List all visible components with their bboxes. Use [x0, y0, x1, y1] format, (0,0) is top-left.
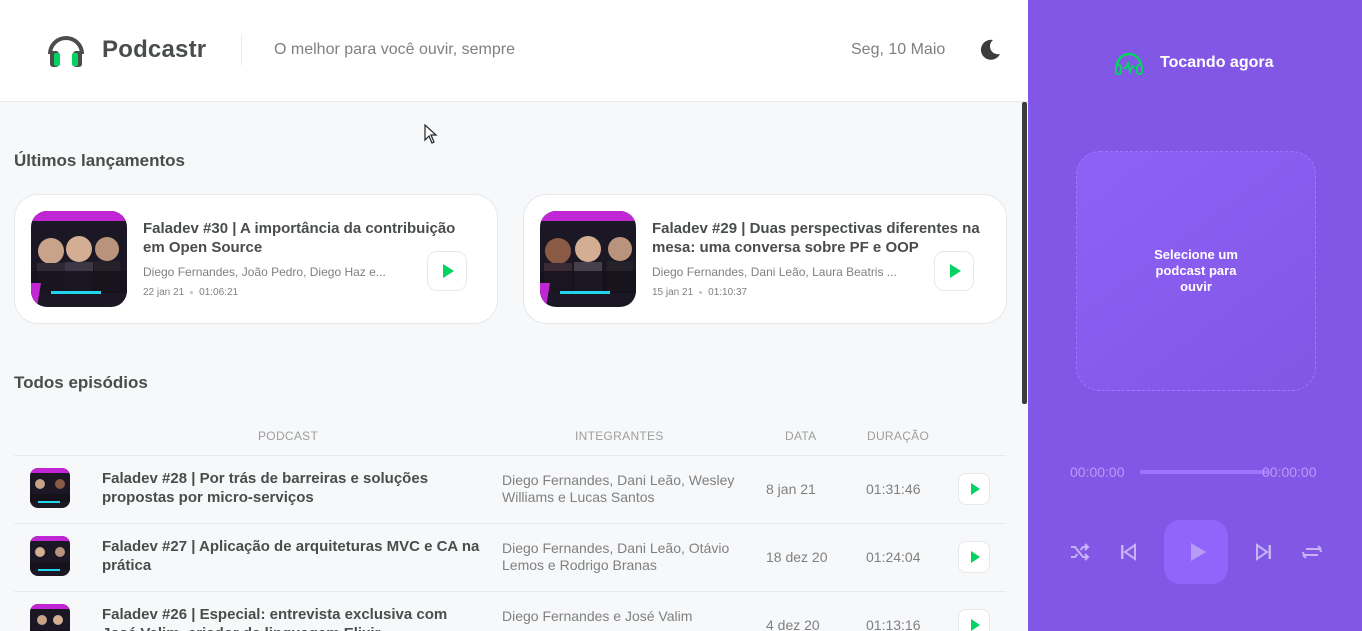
progress-bar[interactable]	[1140, 470, 1268, 474]
next-icon[interactable]	[1252, 540, 1276, 564]
episode-thumbnail	[31, 211, 127, 307]
play-icon	[971, 483, 980, 495]
episode-title[interactable]: Faladev #28 | Por trás de barreiras e so…	[102, 469, 482, 507]
logo[interactable]: Podcastr	[46, 30, 206, 70]
app-name: Podcastr	[102, 36, 207, 63]
main-content: Podcastr O melhor para você ouvir, sempr…	[0, 0, 1028, 631]
logo-headphones-icon	[48, 36, 84, 67]
play-icon	[443, 264, 454, 278]
current-date: Seg, 10 Maio	[851, 41, 946, 58]
now-playing-header: Tocando agora	[1114, 50, 1274, 76]
episode-duration: 01:10:37	[708, 287, 748, 298]
episode-duration: 01:31:46	[866, 481, 921, 497]
play-icon	[971, 619, 980, 631]
total-time: 00:00:00	[1262, 464, 1317, 480]
empty-player: Selecione um podcast para ouvir	[1076, 151, 1316, 391]
column-header-podcast: PODCAST	[258, 429, 319, 443]
play-button[interactable]	[934, 251, 974, 291]
play-icon	[971, 551, 980, 563]
table-row[interactable]: Faladev #28 | Por trás de barreiras e so…	[14, 455, 1006, 523]
episode-meta: 22 jan 21 01:06:21	[143, 287, 238, 298]
column-header-date: DATA	[785, 429, 817, 443]
episode-title[interactable]: Faladev #30 | A importância da contribui…	[143, 219, 473, 257]
episode-meta: 15 jan 21 01:10:37	[652, 287, 747, 298]
episode-members: Diego Fernandes, João Pedro, Diego Haz e…	[143, 265, 386, 279]
play-icon	[950, 264, 961, 278]
episode-title[interactable]: Faladev #29 | Duas perspectivas diferent…	[652, 219, 982, 257]
episode-thumbnail	[30, 536, 70, 576]
repeat-icon[interactable]	[1300, 540, 1324, 564]
latest-title: Últimos lançamentos	[14, 151, 185, 170]
play-button[interactable]	[958, 541, 990, 573]
play-button[interactable]	[1164, 520, 1228, 584]
empty-player-text: Selecione um podcast para ouvir	[1154, 247, 1238, 294]
episode-duration: 01:24:04	[866, 549, 921, 565]
previous-icon[interactable]	[1116, 540, 1140, 564]
latest-episode-card[interactable]: Faladev #29 | Duas perspectivas diferent…	[523, 194, 1007, 324]
playing-headphones-icon	[1115, 52, 1143, 76]
meta-separator	[190, 290, 194, 294]
now-playing-label: Tocando agora	[1160, 54, 1274, 71]
episode-date: 22 jan 21	[143, 287, 185, 298]
play-button[interactable]	[427, 251, 467, 291]
episode-duration: 01:06:21	[199, 287, 239, 298]
column-header-members: INTEGRANTES	[575, 429, 664, 443]
header: Podcastr O melhor para você ouvir, sempr…	[0, 0, 1028, 102]
player-panel: Tocando agora Selecione um podcast para …	[1028, 0, 1362, 631]
header-divider	[241, 35, 242, 65]
episode-members: Diego Fernandes e José Valim	[502, 608, 693, 624]
episode-date: 15 jan 21	[652, 287, 694, 298]
current-time: 00:00:00	[1070, 464, 1125, 480]
play-button[interactable]	[958, 473, 990, 505]
episode-thumbnail	[30, 468, 70, 508]
moon-icon[interactable]	[978, 38, 1002, 62]
table-row[interactable]: Faladev #27 | Aplicação de arquiteturas …	[14, 523, 1006, 591]
latest-episode-card[interactable]: Faladev #30 | A importância da contribui…	[14, 194, 498, 324]
episode-members: Diego Fernandes, Dani Leão, Laura Beatri…	[652, 265, 897, 279]
shuffle-icon[interactable]	[1068, 540, 1092, 564]
episode-title[interactable]: Faladev #26 | Especial: entrevista exclu…	[102, 605, 482, 631]
episode-title[interactable]: Faladev #27 | Aplicação de arquiteturas …	[102, 537, 482, 575]
episode-duration: 01:13:16	[866, 617, 921, 631]
tagline: O melhor para você ouvir, sempre	[274, 41, 515, 58]
episode-date: 18 dez 20	[766, 549, 828, 565]
column-header-duration: DURAÇÃO	[867, 429, 930, 443]
play-icon	[1190, 543, 1206, 561]
episode-members: Diego Fernandes, Dani Leão, Otávio Lemos…	[502, 540, 730, 573]
mouse-cursor-icon	[424, 124, 438, 144]
episode-thumbnail	[540, 211, 636, 307]
play-button[interactable]	[958, 609, 990, 631]
episode-thumbnail	[30, 604, 70, 631]
meta-separator	[699, 290, 703, 294]
table-row[interactable]: Faladev #26 | Especial: entrevista exclu…	[14, 591, 1006, 631]
scrollbar[interactable]	[1022, 102, 1027, 404]
episode-date: 8 jan 21	[766, 481, 816, 497]
episode-members: Diego Fernandes, Dani Leão, Wesley Willi…	[502, 472, 735, 505]
episode-date: 4 dez 20	[766, 617, 820, 631]
all-episodes-title: Todos episódios	[14, 373, 148, 392]
